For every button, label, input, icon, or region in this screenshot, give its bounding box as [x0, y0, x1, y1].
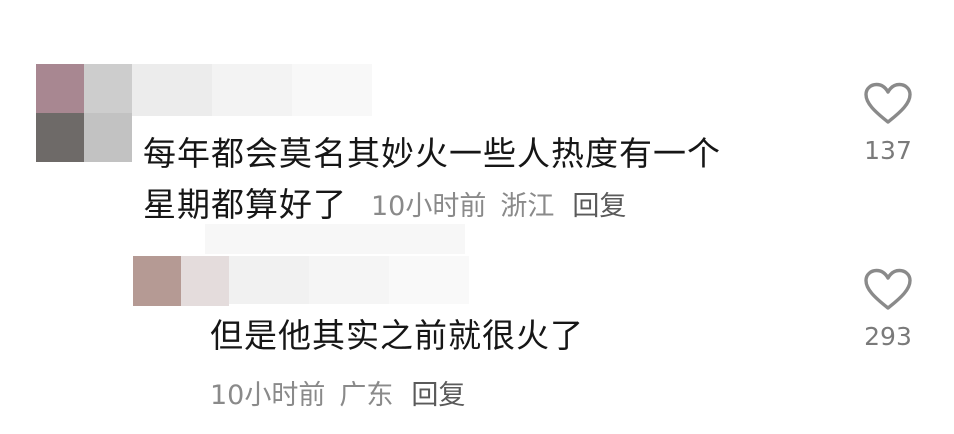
comment-text-line-1: 每年都会莫名其妙火一些人热度有一个 [143, 134, 721, 173]
comment-text-line-1: 但是他其实之前就很火了 [210, 316, 584, 355]
heart-outline-icon[interactable] [858, 82, 918, 126]
like-control[interactable]: 137 [858, 82, 918, 166]
reply-button[interactable]: 回复 [411, 379, 465, 413]
like-count: 293 [864, 322, 912, 351]
comment-meta: 10小时前 广东 回复 [210, 379, 465, 413]
comment-time: 10小时前 [371, 191, 487, 222]
like-control[interactable]: 293 [858, 268, 918, 352]
comment-meta: 10小时前 浙江 回复 [371, 190, 626, 224]
comment-time: 10小时前 [210, 380, 326, 411]
comment-location: 浙江 [500, 191, 555, 222]
like-count: 137 [864, 136, 912, 165]
reply-button[interactable]: 回复 [572, 190, 626, 224]
avatar[interactable] [36, 64, 132, 162]
username[interactable] [132, 64, 372, 116]
heart-outline-icon[interactable] [858, 268, 918, 312]
comment-text-line-2: 星期都算好了 [143, 185, 347, 224]
avatar[interactable] [133, 256, 229, 306]
comment-location: 广东 [339, 380, 394, 411]
username[interactable] [229, 256, 469, 304]
blur-strip [205, 224, 465, 254]
